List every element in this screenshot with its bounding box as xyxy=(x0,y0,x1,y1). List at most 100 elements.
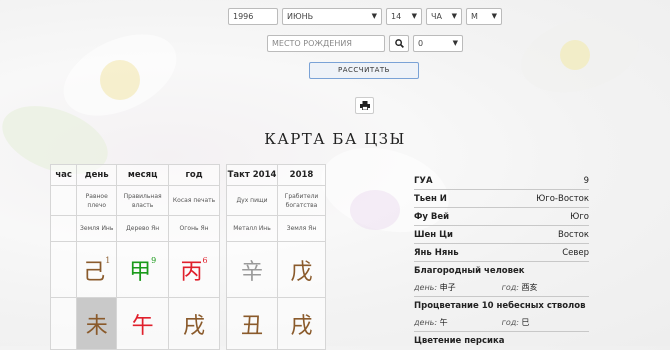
element-cell: Земля Ян xyxy=(277,215,326,242)
info-value: Восток xyxy=(558,229,589,240)
stem-char: 己 xyxy=(83,259,106,285)
month-select[interactable]: ИЮНЬ ▼ xyxy=(282,8,382,25)
day-label: день: xyxy=(414,318,438,327)
stem-number: 9 xyxy=(151,255,157,265)
info-value: Юго xyxy=(570,211,589,222)
earthly-branch-cell: 戌 xyxy=(168,297,220,350)
info-label: Фу Вей xyxy=(414,211,450,222)
chevron-down-icon: ▼ xyxy=(452,39,458,47)
birthplace-input[interactable]: МЕСТО РОЖДЕНИЯ xyxy=(267,35,385,52)
prosperity-values: день: 午 год: 巳 xyxy=(414,314,589,332)
birthplace-form: МЕСТО РОЖДЕНИЯ 0 ▼ xyxy=(267,35,463,52)
stem-char: 甲 xyxy=(129,259,152,285)
heavenly-stem-cell xyxy=(49,241,78,298)
chevron-down-icon: ▼ xyxy=(491,12,497,20)
branch-char: 戌 xyxy=(183,313,206,339)
birth-date-form: 1996 ИЮНЬ ▼ 14 ▼ ЧА ▼ М ▼ xyxy=(228,8,502,25)
branch-char: 午 xyxy=(131,313,154,339)
earthly-branch-cell xyxy=(49,297,78,350)
hour-select[interactable]: ЧА ▼ xyxy=(426,8,462,25)
heavenly-stem-cell: 丙6 xyxy=(168,241,220,298)
info-row-gua: ГУА 9 xyxy=(414,172,589,190)
year-value: 酉亥 xyxy=(521,283,538,292)
star-cell xyxy=(49,185,78,216)
earthly-branch-cell[interactable]: 未 xyxy=(76,297,118,350)
day-label: день: xyxy=(414,283,438,292)
branch-char: 戌 xyxy=(290,313,313,339)
chevron-down-icon: ▼ xyxy=(371,12,377,20)
earthly-branch-cell: 戌 xyxy=(277,297,326,350)
column-header-hour: час xyxy=(49,164,78,186)
info-row-yan-nian: Янь Нянь Север xyxy=(414,244,589,262)
star-cell: Правильная власть xyxy=(116,185,170,216)
heavenly-stem-cell: 辛 xyxy=(226,241,278,298)
info-label: Шен Ци xyxy=(414,229,453,240)
year-label: год: xyxy=(501,283,519,292)
background-flower xyxy=(100,60,140,100)
year-value: 巳 xyxy=(521,318,530,327)
star-cell: Косая печать xyxy=(168,185,220,216)
calculate-button[interactable]: РАССЧИТАТЬ xyxy=(309,62,419,79)
element-cell xyxy=(49,215,78,242)
year-input[interactable]: 1996 xyxy=(228,8,278,25)
info-row-tien-i: Тьен И Юго-Восток xyxy=(414,190,589,208)
search-button[interactable] xyxy=(389,35,409,52)
noble-person-heading: Благородный человек xyxy=(414,265,525,276)
info-label: ГУА xyxy=(414,175,433,186)
star-cell: Равное плечо xyxy=(76,185,118,216)
info-value: 9 xyxy=(583,175,589,186)
print-button[interactable] xyxy=(355,97,374,114)
element-cell: Земля Инь xyxy=(76,215,118,242)
timezone-value: 0 xyxy=(418,39,424,48)
month-value: ИЮНЬ xyxy=(287,12,314,21)
stem-number: 1 xyxy=(105,255,111,265)
info-value: Север xyxy=(562,247,589,258)
element-cell: Дерево Ян xyxy=(116,215,170,242)
hour-value: ЧА xyxy=(431,12,442,21)
day-value: 申子 xyxy=(439,283,456,292)
stem-char: 戊 xyxy=(290,259,313,285)
heavenly-stem-cell: 甲9 xyxy=(116,241,170,298)
element-cell: Огонь Ян xyxy=(168,215,220,242)
branch-char: 丑 xyxy=(240,313,263,339)
day-select[interactable]: 14 ▼ xyxy=(386,8,422,25)
element-cell: Металл Инь xyxy=(226,215,278,242)
column-header-luck-cycle: Такт 2014 xyxy=(226,164,278,186)
stem-char: 丙 xyxy=(180,259,203,285)
background-flower xyxy=(350,190,400,230)
search-icon xyxy=(394,39,404,48)
column-header-month: месяц xyxy=(116,164,170,186)
noble-person-values: день: 申子 год: 酉亥 xyxy=(414,279,589,297)
column-header-current-year: 2018 xyxy=(277,164,326,186)
star-cell: Грабители богатства xyxy=(277,185,326,216)
year-value: 1996 xyxy=(233,12,254,21)
background-flower xyxy=(560,40,590,70)
stem-char: 辛 xyxy=(240,259,263,285)
heavenly-stem-cell: 己1 xyxy=(76,241,118,298)
star-cell: Дух пищи xyxy=(226,185,278,216)
peach-blossom-heading: Цветение персика xyxy=(414,335,505,346)
branch-char: 未 xyxy=(85,313,108,339)
info-row-shen-qi: Шен Ци Восток xyxy=(414,226,589,244)
natal-pillars-table: час день месяц год Равное плечо Правильн… xyxy=(49,164,220,350)
earthly-branch-cell: 午 xyxy=(116,297,170,350)
info-value: Юго-Восток xyxy=(536,193,589,204)
stem-number: 6 xyxy=(202,255,208,265)
earthly-branch-cell: 丑 xyxy=(226,297,278,350)
timezone-select[interactable]: 0 ▼ xyxy=(413,35,463,52)
day-value: 午 xyxy=(439,318,448,327)
page-title: КАРТА БА ЦЗЫ xyxy=(264,130,406,148)
info-label: Тьен И xyxy=(414,193,447,204)
prosperity-heading: Процветание 10 небесных стволов xyxy=(414,300,586,311)
gender-value: М xyxy=(471,12,478,21)
chart-info-panel: ГУА 9 Тьен И Юго-Восток Фу Вей Юго Шен Ци Во… xyxy=(414,172,589,349)
chevron-down-icon: ▼ xyxy=(411,12,417,20)
info-label: Янь Нянь xyxy=(414,247,459,258)
gender-select[interactable]: М ▼ xyxy=(466,8,502,25)
year-label: год: xyxy=(501,318,519,327)
column-header-day: день xyxy=(76,164,118,186)
luck-pillars-table: Такт 2014 2018 Дух пищи Грабители богатс… xyxy=(226,164,326,350)
day-value: 14 xyxy=(391,12,402,21)
birthplace-placeholder: МЕСТО РОЖДЕНИЯ xyxy=(272,39,352,48)
info-row-fu-wei: Фу Вей Юго xyxy=(414,208,589,226)
